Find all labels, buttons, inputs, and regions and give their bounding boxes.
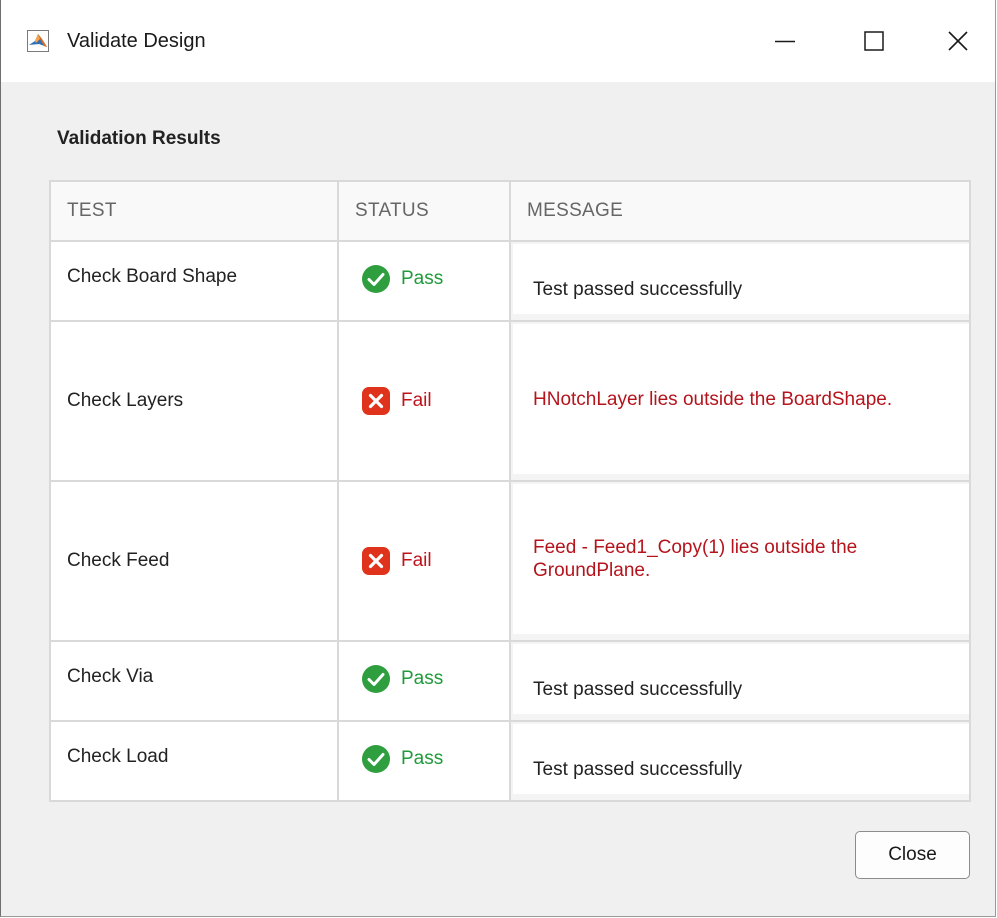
maximize-icon	[864, 31, 884, 51]
message-text: Test passed successfully	[513, 724, 969, 794]
check-circle-icon	[362, 745, 390, 773]
close-icon	[948, 31, 968, 51]
test-cell: Check Load	[49, 720, 339, 802]
status-indicator: Pass	[355, 744, 509, 774]
message-cell: Test passed successfully	[509, 720, 971, 802]
test-cell: Check Layers	[49, 320, 339, 482]
table-row[interactable]: Check Board Shape Pass Test passed succe…	[49, 240, 971, 322]
window-title: Validate Design	[67, 30, 206, 52]
status-indicator: Pass	[355, 664, 509, 694]
check-circle-icon	[362, 665, 390, 693]
message-text: Test passed successfully	[513, 644, 969, 714]
status-cell: Pass	[337, 640, 511, 722]
test-cell: Check Feed	[49, 480, 339, 642]
status-label: Pass	[401, 748, 444, 769]
test-name: Check Feed	[67, 550, 170, 571]
status-cell: Pass	[337, 240, 511, 322]
window-close-button[interactable]	[919, 0, 997, 82]
column-header-status[interactable]: STATUS	[337, 180, 511, 242]
test-cell: Check Via	[49, 640, 339, 722]
message-cell: Test passed successfully	[509, 640, 971, 722]
table-header-row: TEST STATUS MESSAGE	[49, 180, 971, 242]
status-label: Fail	[401, 390, 432, 411]
section-title: Validation Results	[57, 128, 221, 149]
status-label: Pass	[401, 268, 444, 289]
message-text: Feed - Feed1_Copy(1) lies outside the Gr…	[513, 484, 969, 634]
title-bar[interactable]: Validate Design	[1, 0, 995, 82]
message-text: Test passed successfully	[513, 244, 969, 314]
status-indicator: Pass	[355, 264, 509, 294]
validation-results-table: TEST STATUS MESSAGE Check Board Shape Pa…	[49, 180, 971, 802]
status-label: Fail	[401, 550, 432, 571]
maximize-button[interactable]	[830, 0, 918, 82]
status-indicator: Fail	[355, 546, 509, 576]
status-indicator: Fail	[355, 386, 509, 416]
table-row[interactable]: Check Layers Fail HNotchLayer lies outsi…	[49, 320, 971, 482]
test-name: Check Board Shape	[67, 266, 238, 287]
x-square-icon	[362, 387, 390, 415]
message-cell: HNotchLayer lies outside the BoardShape.	[509, 320, 971, 482]
status-cell: Pass	[337, 720, 511, 802]
table-row[interactable]: Check Load Pass Test passed successfully	[49, 720, 971, 802]
status-label: Pass	[401, 668, 444, 689]
table-row[interactable]: Check Via Pass Test passed successfully	[49, 640, 971, 722]
column-header-test[interactable]: TEST	[49, 180, 339, 242]
status-cell: Fail	[337, 480, 511, 642]
matlab-icon	[27, 30, 49, 52]
close-button[interactable]: Close	[855, 831, 970, 879]
message-cell: Feed - Feed1_Copy(1) lies outside the Gr…	[509, 480, 971, 642]
minimize-icon	[775, 40, 795, 43]
minimize-button[interactable]	[741, 0, 829, 82]
test-cell: Check Board Shape	[49, 240, 339, 322]
message-cell: Test passed successfully	[509, 240, 971, 322]
test-name: Check Via	[67, 666, 154, 687]
x-square-icon	[362, 547, 390, 575]
table-row[interactable]: Check Feed Fail Feed - Feed1_Copy(1) lie…	[49, 480, 971, 642]
validate-design-dialog: Validate Design Validation Results TEST …	[0, 0, 996, 917]
test-name: Check Load	[67, 746, 169, 767]
test-name: Check Layers	[67, 390, 184, 411]
check-circle-icon	[362, 265, 390, 293]
column-header-message[interactable]: MESSAGE	[509, 180, 971, 242]
message-text: HNotchLayer lies outside the BoardShape.	[513, 324, 969, 474]
status-cell: Fail	[337, 320, 511, 482]
